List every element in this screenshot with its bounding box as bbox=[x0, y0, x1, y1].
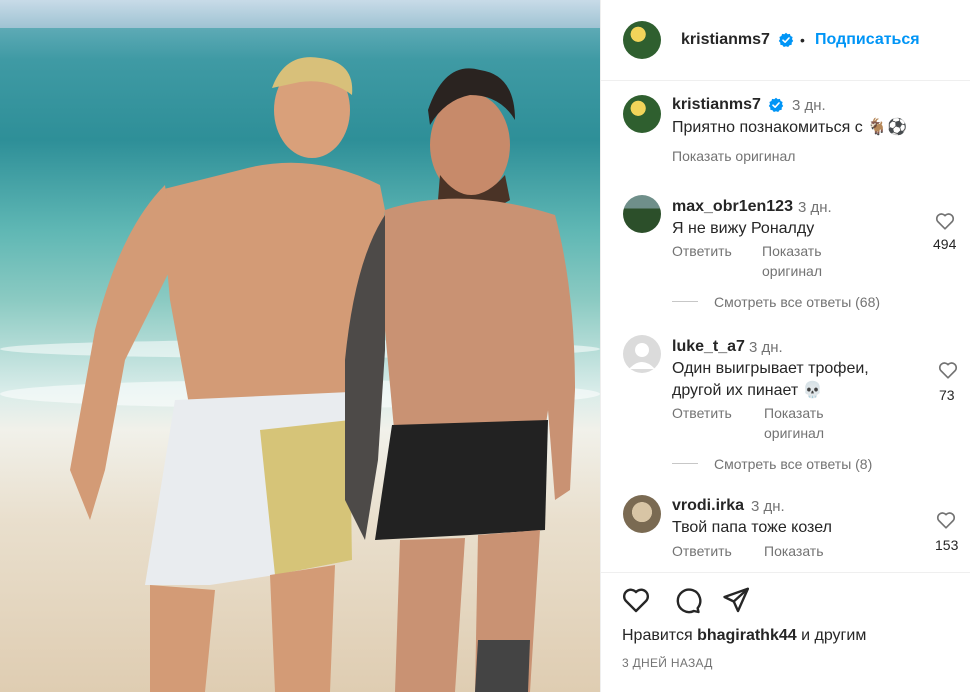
comment-username[interactable]: luke_t_a7 bbox=[672, 338, 745, 356]
caption-time[interactable]: 3 дн. bbox=[792, 97, 826, 114]
replies-divider bbox=[672, 301, 698, 302]
author-avatar[interactable] bbox=[623, 21, 661, 59]
likes-summary: Нравится bhagirathk44 и другим bbox=[622, 627, 866, 645]
comment-avatar[interactable] bbox=[623, 495, 661, 533]
share-icon[interactable] bbox=[721, 585, 751, 615]
post-panel: kristianms7 • Подписаться kristianms7 3 … bbox=[600, 0, 970, 692]
photo-people bbox=[70, 57, 575, 692]
post-date[interactable]: 3 ДНЕЙ НАЗАД bbox=[622, 656, 713, 670]
likes-suffix: и другим bbox=[801, 627, 867, 644]
caption-username[interactable]: kristianms7 bbox=[672, 96, 761, 114]
author-username[interactable]: kristianms7 bbox=[681, 31, 770, 49]
comment-time[interactable]: 3 дн. bbox=[749, 339, 783, 356]
caption-show-original-link[interactable]: Показать оригинал bbox=[672, 146, 795, 166]
default-avatar-icon bbox=[629, 343, 655, 369]
comment-username[interactable]: vrodi.irka bbox=[672, 497, 744, 515]
comment-like-count: 153 bbox=[935, 537, 959, 553]
comment-text: Я не вижу Роналду bbox=[672, 220, 815, 237]
verified-badge-icon bbox=[778, 32, 794, 47]
view-replies-link[interactable]: Смотреть все ответы (8) bbox=[714, 454, 872, 474]
separator-dot: • bbox=[800, 32, 805, 48]
post-photo[interactable] bbox=[0, 0, 600, 692]
post-actions: Нравится bhagirathk44 и другим 3 ДНЕЙ НА… bbox=[601, 572, 970, 693]
heart-icon[interactable] bbox=[937, 359, 959, 381]
replies-divider bbox=[672, 463, 698, 464]
comment-time[interactable]: 3 дн. bbox=[798, 199, 832, 216]
follow-button[interactable]: Подписаться bbox=[815, 31, 920, 49]
heart-icon[interactable] bbox=[935, 509, 957, 531]
like-heart-icon[interactable] bbox=[621, 585, 651, 615]
post-header: kristianms7 • Подписаться bbox=[601, 0, 970, 81]
comment-username[interactable]: max_obr1en123 bbox=[672, 198, 793, 216]
comment-avatar[interactable] bbox=[623, 195, 661, 233]
comment-show-original-link[interactable]: Показать оригинал bbox=[762, 241, 852, 281]
likes-prefix: Нравится bbox=[622, 627, 693, 644]
comment-like-count: 494 bbox=[933, 236, 957, 252]
view-replies-link[interactable]: Смотреть все ответы (68) bbox=[714, 292, 880, 312]
comment-like-count: 73 bbox=[939, 387, 955, 403]
caption-avatar[interactable] bbox=[623, 95, 661, 133]
comment-reply-button[interactable]: Ответить bbox=[672, 403, 734, 423]
comment-show-original-link[interactable]: Показать оригинал bbox=[764, 403, 854, 443]
comment-text: Твой папа тоже козел bbox=[672, 519, 832, 536]
comment-text: Один выигрывает трофеи, другой их пинает… bbox=[672, 360, 869, 399]
heart-icon[interactable] bbox=[934, 210, 956, 232]
likes-user-link[interactable]: bhagirathk44 bbox=[697, 627, 797, 644]
caption-text: Приятно познакомиться с 🐐⚽ bbox=[672, 119, 908, 136]
comment-icon[interactable] bbox=[672, 585, 702, 615]
comment-show-original-link[interactable]: Показать bbox=[764, 541, 824, 561]
verified-badge-icon bbox=[768, 97, 784, 112]
comment-avatar[interactable] bbox=[623, 335, 661, 373]
comment-reply-button[interactable]: Ответить bbox=[672, 541, 732, 561]
comment-reply-button[interactable]: Ответить bbox=[672, 241, 734, 261]
comment-time[interactable]: 3 дн. bbox=[751, 498, 785, 515]
